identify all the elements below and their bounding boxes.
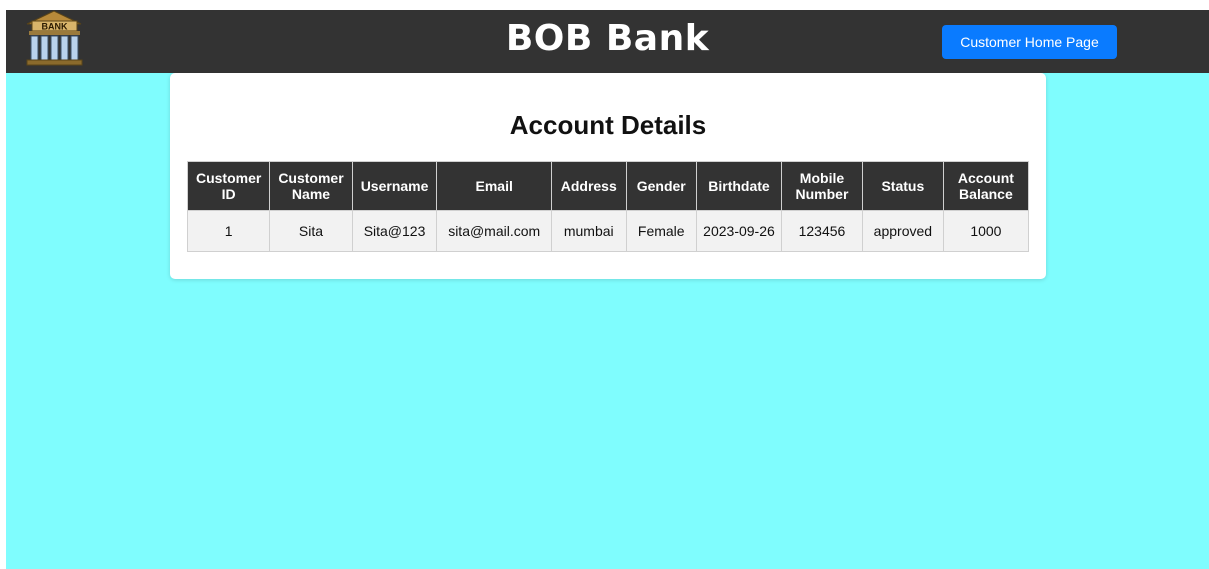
- col-header-address: Address: [550, 161, 627, 211]
- account-table: Customer ID Customer Name Username Email…: [186, 161, 1030, 252]
- cell-username: Sita@123: [351, 210, 438, 252]
- customer-home-button[interactable]: Customer Home Page: [942, 25, 1117, 59]
- col-header-gender: Gender: [625, 161, 697, 211]
- cell-gender: Female: [625, 210, 697, 252]
- cell-status: approved: [861, 210, 944, 252]
- cell-customer-name: Sita: [269, 210, 353, 252]
- table-row: 1 Sita Sita@123 sita@mail.com mumbai Fem…: [186, 210, 1030, 252]
- cell-email: sita@mail.com: [436, 210, 552, 252]
- page-frame: BANK BOB Bank Customer Home Page Account…: [6, 10, 1209, 569]
- bank-logo-icon: BANK: [26, 10, 83, 66]
- cell-account-balance: 1000: [942, 210, 1030, 252]
- svg-text:BANK: BANK: [42, 22, 68, 32]
- col-header-username: Username: [351, 161, 438, 211]
- col-header-account-balance: Account Balance: [942, 161, 1030, 211]
- col-header-email: Email: [436, 161, 552, 211]
- cell-customer-id: 1: [186, 210, 271, 252]
- page-title: Account Details: [509, 110, 707, 140]
- cell-birthdate: 2023-09-26: [695, 210, 783, 252]
- cell-address: mumbai: [550, 210, 627, 252]
- col-header-customer-name: Customer Name: [269, 161, 353, 211]
- col-header-birthdate: Birthdate: [695, 161, 783, 211]
- col-header-customer-id: Customer ID: [186, 161, 271, 211]
- cell-mobile-number: 123456: [781, 210, 863, 252]
- table-header-row: Customer ID Customer Name Username Email…: [186, 161, 1030, 211]
- col-header-mobile-number: Mobile Number: [781, 161, 863, 211]
- top-header: BANK BOB Bank Customer Home Page: [6, 10, 1209, 73]
- col-header-status: Status: [861, 161, 944, 211]
- account-details-card: Account Details Customer ID Customer Nam…: [170, 73, 1046, 279]
